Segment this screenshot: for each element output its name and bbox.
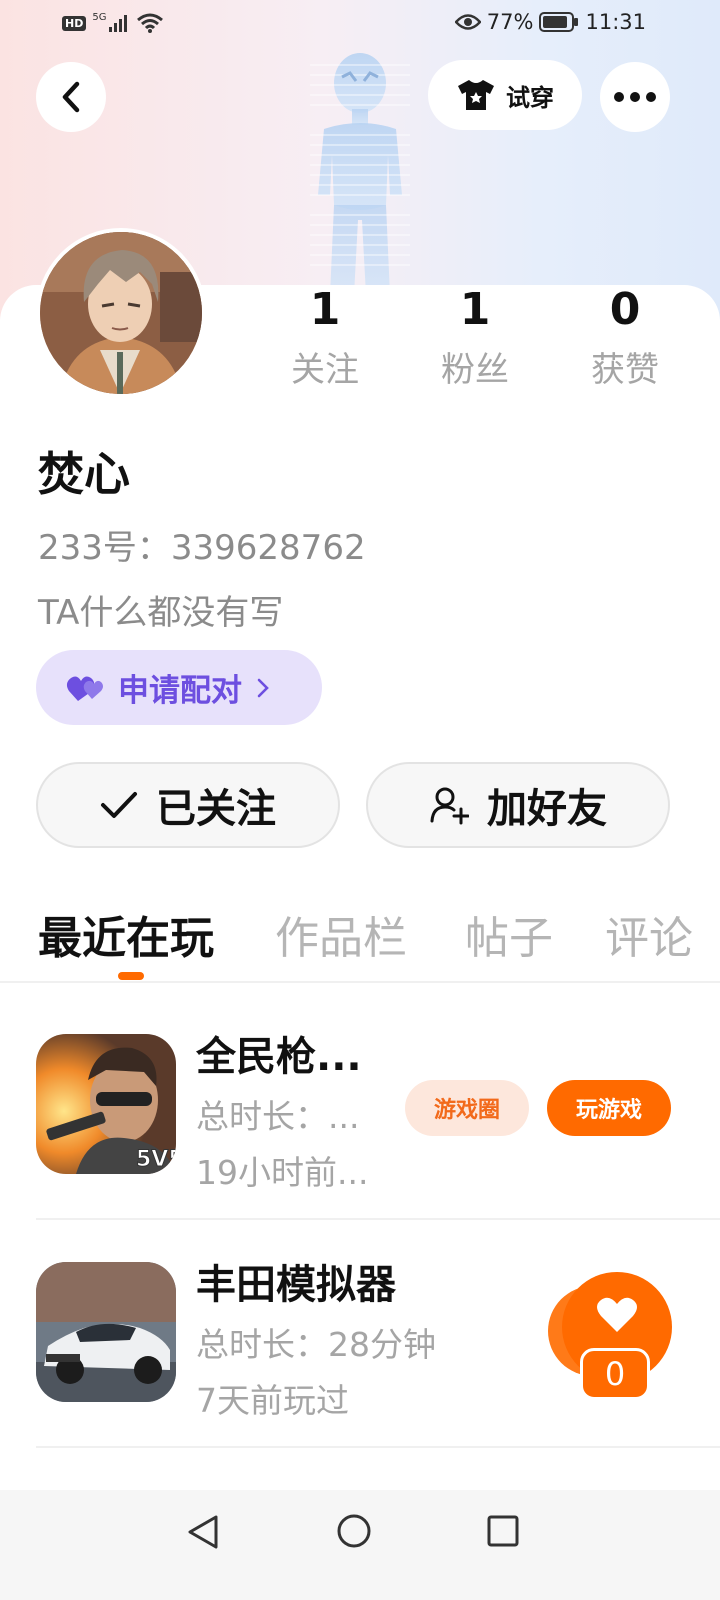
add-friend-button[interactable]: 加好友 xyxy=(366,762,670,848)
network-label: 5G xyxy=(92,11,107,23)
list-divider xyxy=(36,1446,720,1448)
chevron-right-icon xyxy=(257,678,269,697)
heart-icon xyxy=(597,1297,637,1332)
nav-home-icon[interactable] xyxy=(336,1513,372,1549)
username: 焚心 xyxy=(38,447,130,501)
more-icon xyxy=(614,92,656,102)
tab-recently-played[interactable]: 最近在玩 xyxy=(38,902,214,966)
stat-label: 获赞 xyxy=(591,350,659,390)
check-icon xyxy=(101,792,137,818)
tab-works[interactable]: 作品栏 xyxy=(275,902,407,966)
followed-button[interactable]: 已关注 xyxy=(36,762,340,848)
tab-comments[interactable]: 评论 xyxy=(605,902,693,966)
nav-back-icon[interactable] xyxy=(186,1514,220,1550)
game-circle-button[interactable]: 游戏圈 xyxy=(405,1080,529,1136)
tab-active-indicator xyxy=(118,972,144,980)
back-button[interactable] xyxy=(36,62,106,132)
tabs-divider xyxy=(0,981,720,983)
tshirt-icon xyxy=(458,80,494,110)
stat-label: 粉丝 xyxy=(441,350,509,390)
stat-likes[interactable]: 0 获赞 xyxy=(550,282,700,391)
request-pair-button[interactable]: 申请配对 xyxy=(36,650,322,725)
stat-value: 1 xyxy=(459,284,491,335)
status-right: 77% 11:31 xyxy=(454,10,646,34)
system-nav-bar xyxy=(0,1490,720,1600)
like-count: 0 xyxy=(580,1348,650,1400)
followed-label: 已关注 xyxy=(156,786,276,832)
game-icon[interactable] xyxy=(36,1262,176,1402)
floating-like-button[interactable]: 0 xyxy=(548,1272,672,1404)
stat-following[interactable]: 1 关注 xyxy=(250,282,400,391)
content-tabs: 最近在玩 作品栏 帖子 评论 xyxy=(0,902,720,982)
more-button[interactable] xyxy=(600,62,670,132)
user-bio: TA什么都没有写 xyxy=(38,593,284,633)
signal-icon xyxy=(109,15,128,32)
profile-stats: 1 关注 1 粉丝 0 获赞 xyxy=(250,282,700,391)
nav-recents-icon[interactable] xyxy=(486,1514,520,1548)
avatar[interactable] xyxy=(36,228,206,398)
back-icon xyxy=(62,81,80,113)
add-friend-label: 加好友 xyxy=(487,786,607,832)
try-on-label: 试穿 xyxy=(506,83,554,112)
eye-icon xyxy=(454,14,481,30)
request-pair-label: 申请配对 xyxy=(118,673,242,709)
wifi-icon xyxy=(137,13,164,33)
list-divider xyxy=(36,1218,720,1220)
game-last-played: 7天前玩过 xyxy=(196,1381,349,1420)
stat-value: 1 xyxy=(309,284,341,335)
stat-value: 0 xyxy=(609,284,641,335)
game-duration: 总时长：... xyxy=(196,1097,360,1136)
game-icon[interactable]: 5V5 xyxy=(36,1034,176,1174)
status-left: HD 5G xyxy=(62,12,164,34)
game-last-played: 19小时前... xyxy=(196,1153,369,1192)
stat-followers[interactable]: 1 粉丝 xyxy=(400,282,550,391)
avatar-image xyxy=(40,232,202,394)
game-thumbnail-shooter: 5V5 xyxy=(36,1034,176,1174)
play-game-button[interactable]: 玩游戏 xyxy=(547,1080,671,1136)
status-bar: HD 5G 77% 11:31 xyxy=(0,0,720,48)
game-thumbnail-car xyxy=(36,1262,176,1402)
battery-percent: 77% xyxy=(486,10,534,34)
hd-badge: HD xyxy=(62,15,87,31)
tab-posts[interactable]: 帖子 xyxy=(465,902,553,966)
stat-label: 关注 xyxy=(291,350,359,390)
try-on-button[interactable]: 试穿 xyxy=(428,60,582,130)
game-title: 丰田模拟器 xyxy=(196,1262,396,1308)
game-title: 全民枪... xyxy=(196,1034,362,1080)
add-user-icon xyxy=(430,787,469,825)
game-duration: 总时长：28分钟 xyxy=(196,1325,436,1364)
hearts-icon xyxy=(66,676,103,701)
user-id: 233号：339628762 xyxy=(38,528,366,568)
battery-icon xyxy=(539,12,579,32)
clock: 11:31 xyxy=(585,10,646,34)
avatar-figure-illustration xyxy=(310,53,410,295)
